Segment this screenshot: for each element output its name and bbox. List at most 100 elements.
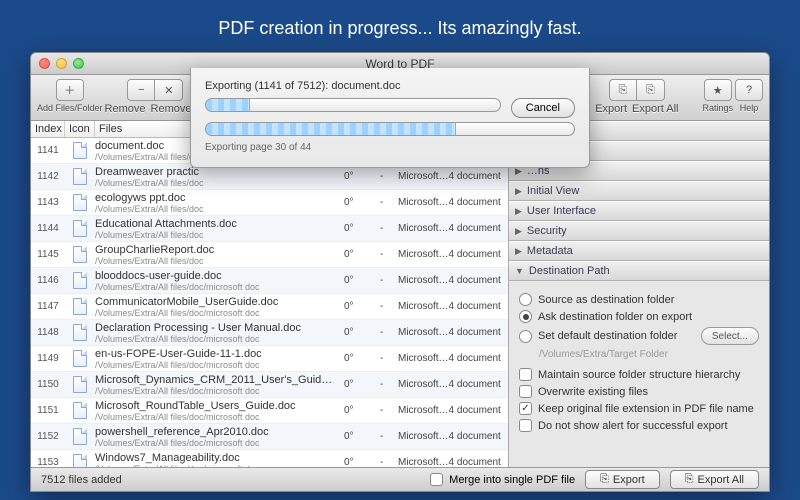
dash-value: - [380,301,398,312]
accordion-metadata[interactable]: ▶Metadata [509,241,769,261]
file-icon [65,168,95,185]
star-icon: ★ [713,84,723,97]
dash-value: - [380,197,398,208]
close-icon[interactable] [39,58,50,69]
accordion-user-interface[interactable]: ▶User Interface [509,201,769,221]
file-icon [65,194,95,211]
dash-value: - [380,353,398,364]
remove-button[interactable]: − [127,79,155,101]
table-row[interactable]: 1150Microsoft_Dynamics_CRM_2011_User's_G… [31,372,508,398]
file-type: Microsoft…4 document [398,431,508,442]
table-row[interactable]: 1146 blooddocs-user-guide.doc/Volumes/Ext… [31,268,508,294]
table-row[interactable]: 1145GroupCharlieReport.doc/Volumes/Extra… [31,242,508,268]
minimize-icon[interactable] [56,58,67,69]
table-row[interactable]: 1147CommunicatorMobile_UserGuide.doc/Vol… [31,294,508,320]
page-progress-bar [205,122,575,136]
document-icon [73,142,87,159]
dash-value: - [380,171,398,182]
export-button[interactable]: ⎘ [609,79,637,101]
check-keep-extension[interactable]: Keep original file extension in PDF file… [519,402,759,415]
accordion-destination-path[interactable]: ▼Destination Path [509,261,769,281]
row-index: 1153 [31,457,65,467]
file-name: GroupCharlieReport.doc [95,244,338,256]
add-files-button[interactable]: ＋ [56,79,84,101]
file-type: Microsoft…4 document [398,275,508,286]
row-index: 1150 [31,379,65,390]
accordion-initial-view[interactable]: ▶Initial View [509,181,769,201]
row-index: 1151 [31,405,65,416]
row-index: 1142 [31,171,65,182]
check-no-alert[interactable]: Do not show alert for successful export [519,419,759,432]
file-path: /Volumes/Extra/All files/doc/microsoft d… [95,282,338,292]
file-path: /Volumes/Extra/All files/doc/microsoft d… [95,438,338,448]
chevron-right-icon: ▶ [515,226,522,237]
radio-label: Source as destination folder [538,294,674,306]
radio-icon [519,310,532,323]
file-type: Microsoft…4 document [398,301,508,312]
footer-export-all-button[interactable]: ⎘Export All [670,470,759,489]
check-label: Overwrite existing files [538,386,648,398]
table-row[interactable]: 1152powershell_reference_Apr2010.doc/Vol… [31,424,508,450]
file-name: Educational Attachments.doc [95,218,338,230]
accordion-security[interactable]: ▶Security [509,221,769,241]
file-list-body[interactable]: 1141document.doc/Volumes/Extra/All files… [31,138,508,467]
row-index: 1146 [31,275,65,286]
progress-subtext: Exporting page 30 of 44 [205,142,575,153]
document-icon [73,272,87,289]
export-all-icon: ⎘ [646,84,655,97]
file-icon [65,298,95,315]
file-name: Microsoft_RoundTable_Users_Guide.doc [95,400,338,412]
document-icon [73,220,87,237]
rotation-value: 0° [344,379,380,390]
export-icon: ⎘ [618,84,627,97]
table-row[interactable]: 1143ecologyws ppt.doc/Volumes/Extra/All … [31,190,508,216]
document-icon [73,168,87,185]
file-path: /Volumes/Extra/All files/doc/microsoft d… [95,386,338,396]
table-row[interactable]: 1149en-us-FOPE-User-Guide-11-1.doc/Volum… [31,346,508,372]
checkbox-icon [519,385,532,398]
table-row[interactable]: 1151 Microsoft_RoundTable_Users_Guide.doc… [31,398,508,424]
ratings-button[interactable]: ★ [704,79,732,101]
file-name: en-us-FOPE-User-Guide-11-1.doc [95,348,338,360]
cancel-button[interactable]: Cancel [511,98,575,118]
table-row[interactable]: 1153Windows7_Manageability.doc/Volumes/E… [31,450,508,467]
file-icon [65,402,95,419]
help-button[interactable]: ? [735,79,763,101]
file-name: blooddocs-user-guide.doc [95,270,338,282]
toolbar-label: Help [740,103,759,113]
check-maintain-structure[interactable]: Maintain source folder structure hierarc… [519,368,759,381]
radio-ask-folder[interactable]: Ask destination folder on export [519,310,759,323]
table-row[interactable]: 1148Declaration Processing - User Manual… [31,320,508,346]
checkbox-icon [430,473,443,486]
file-name: CommunicatorMobile_UserGuide.doc [95,296,338,308]
col-index[interactable]: Index [31,121,65,137]
footer-export-button[interactable]: ⎘Export [585,470,660,489]
zoom-icon[interactable] [73,58,84,69]
rotation-value: 0° [344,275,380,286]
document-icon [73,350,87,367]
document-icon [73,428,87,445]
select-folder-button[interactable]: Select... [701,327,759,345]
export-all-icon: ⎘ [685,473,694,486]
file-icon [65,324,95,341]
row-index: 1149 [31,353,65,364]
table-row[interactable]: 1144Educational Attachments.doc/Volumes/… [31,216,508,242]
check-merge-single-pdf[interactable]: Merge into single PDF file [430,473,575,486]
checkbox-icon [519,419,532,432]
accordion-label: Destination Path [529,265,610,277]
file-type: Microsoft…4 document [398,327,508,338]
row-index: 1148 [31,327,65,338]
remove-all-button[interactable]: ✕ [155,79,183,101]
check-overwrite[interactable]: Overwrite existing files [519,385,759,398]
document-icon [73,454,87,467]
row-index: 1145 [31,249,65,260]
radio-source-folder[interactable]: Source as destination folder [519,293,759,306]
col-icon[interactable]: Icon [65,121,95,137]
export-icon: ⎘ [600,473,609,486]
export-all-button[interactable]: ⎘ [637,79,665,101]
file-icon [65,428,95,445]
radio-set-default-folder[interactable]: Set default destination folderSelect... [519,327,759,345]
checkbox-icon [519,368,532,381]
file-icon [65,220,95,237]
radio-label: Ask destination folder on export [538,311,692,323]
